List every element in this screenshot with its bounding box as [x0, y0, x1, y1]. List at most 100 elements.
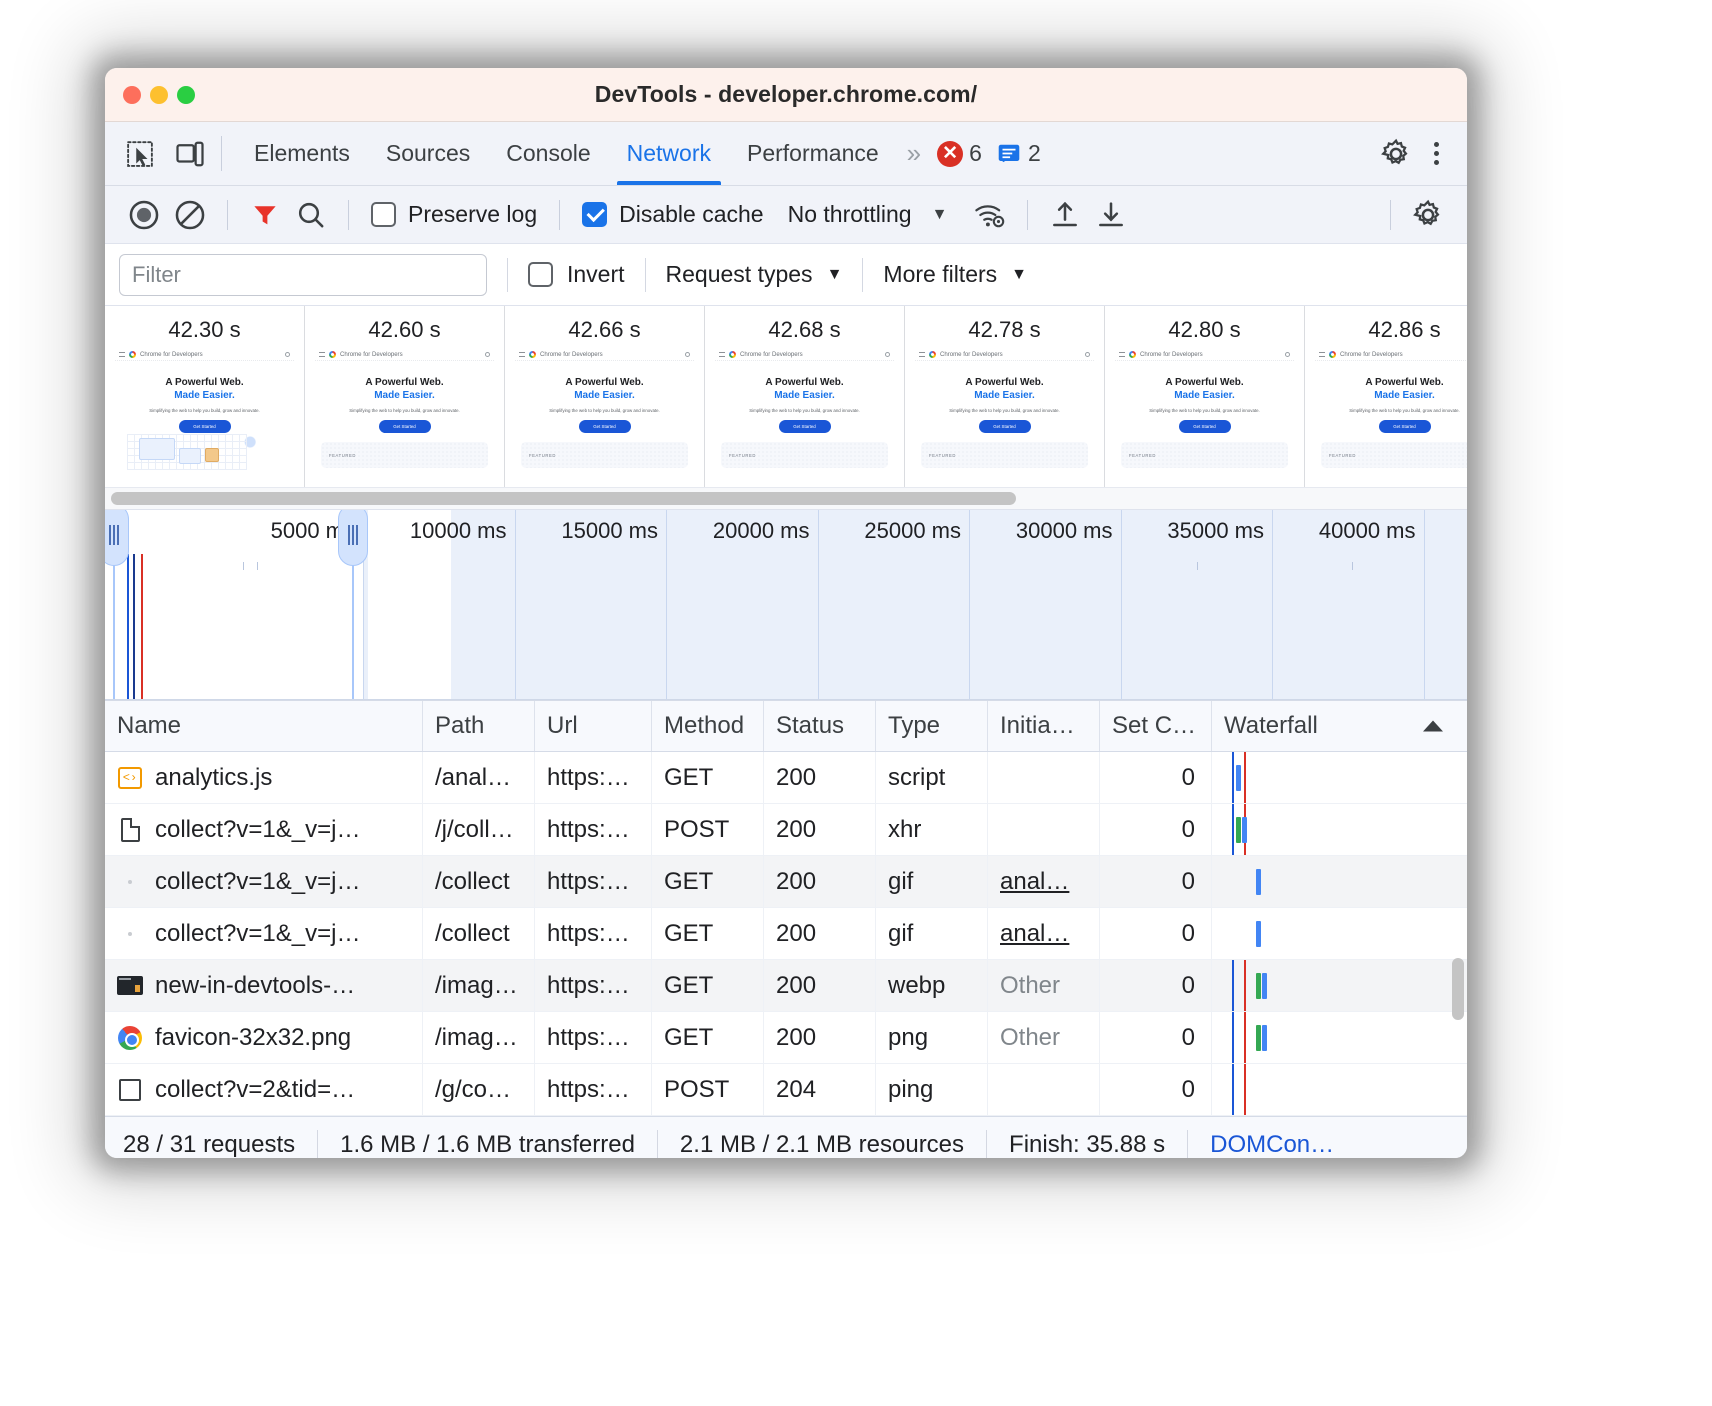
filmstrip-frame[interactable]: 42.60 sChrome for DevelopersA Powerful W…: [305, 306, 505, 487]
table-row[interactable]: collect?v=2&tid=…/g/co…https:…POST204pin…: [105, 1064, 1467, 1116]
filmstrip-frame[interactable]: 42.80 sChrome for DevelopersA Powerful W…: [1105, 306, 1305, 487]
screenshot-navbar: Chrome for Developers: [915, 348, 1094, 361]
filmstrip-frame-time: 42.30 s: [105, 312, 304, 348]
column-header-status[interactable]: Status: [764, 701, 876, 751]
network-request-table: Name Path Url Method StatusTypeInitia…Set C……: [105, 700, 1467, 1116]
import-har-icon[interactable]: [1044, 194, 1086, 236]
column-header-type[interactable]: Type: [876, 701, 988, 751]
overview-selection-handle[interactable]: [338, 510, 368, 566]
tab-console-label: Console: [506, 140, 590, 167]
throttling-select-value[interactable]: No throttling: [788, 201, 912, 228]
record-button[interactable]: [123, 194, 165, 236]
export-har-icon[interactable]: [1090, 194, 1132, 236]
column-header-waterfall[interactable]: Waterfall: [1212, 701, 1467, 751]
chrome-logo-icon: [329, 351, 336, 358]
scrollbar-thumb[interactable]: [111, 492, 1016, 505]
hero-card: [179, 448, 201, 464]
cell-name: <›analytics.js: [105, 752, 423, 803]
chevron-down-icon[interactable]: ▼: [932, 206, 948, 224]
script-file-icon: <›: [118, 767, 142, 789]
table-row[interactable]: collect?v=1&_v=j…/collecthttps:…GET200gi…: [105, 908, 1467, 960]
search-icon[interactable]: [290, 194, 332, 236]
devtools-tabstrip: Elements Sources Console Network Perform…: [105, 122, 1467, 186]
chrome-logo-icon: [129, 351, 136, 358]
featured-label: FEATURED: [729, 453, 756, 458]
more-tabs-chevron-icon[interactable]: »: [897, 122, 927, 185]
table-row[interactable]: collect?v=1&_v=j…/j/coll…https:…POST200x…: [105, 804, 1467, 856]
column-header-initiator[interactable]: Initia…: [988, 701, 1100, 751]
type-value: xhr: [888, 816, 921, 844]
overview-event-marker: [141, 554, 143, 699]
cell-type: gif: [876, 908, 988, 959]
cell-url: https:…: [535, 804, 652, 855]
table-row[interactable]: new-in-devtools-…/imag…https:…GET200webp…: [105, 960, 1467, 1012]
initiator-value[interactable]: anal…: [1000, 920, 1069, 948]
row-type-icon: [117, 1079, 143, 1101]
small-dot-icon: [128, 880, 132, 884]
path-value: /collect: [435, 868, 510, 896]
cell-name: collect?v=1&_v=j…: [105, 908, 423, 959]
invert-box[interactable]: [528, 262, 553, 287]
preserve-log-checkbox[interactable]: Preserve log: [365, 201, 543, 228]
initiator-value[interactable]: anal…: [1000, 868, 1069, 896]
tab-sources[interactable]: Sources: [368, 122, 488, 185]
invert-checkbox[interactable]: Invert: [528, 261, 625, 288]
preserve-log-box[interactable]: [371, 202, 396, 227]
column-header-url[interactable]: Url: [535, 701, 652, 751]
table-row[interactable]: favicon-32x32.png/imag…https:…GET200pngO…: [105, 1012, 1467, 1064]
column-header-name[interactable]: Name: [105, 701, 423, 751]
screenshot-subtitle: Simplifying the web to help you build, g…: [715, 408, 894, 413]
disable-cache-label: Disable cache: [619, 201, 763, 228]
filmstrip-horizontal-scrollbar[interactable]: [105, 488, 1467, 510]
cell-path: /collect: [423, 856, 535, 907]
issue-counters: ✕ 6 2: [927, 122, 1049, 185]
tab-elements[interactable]: Elements: [236, 122, 368, 185]
funnel-icon[interactable]: [244, 194, 286, 236]
inspect-element-icon[interactable]: [123, 137, 157, 171]
invert-label: Invert: [567, 261, 625, 288]
network-overview-timeline[interactable]: 5000 ms10000 ms15000 ms20000 ms25000 ms3…: [105, 510, 1467, 700]
filmstrip-frame[interactable]: 42.66 sChrome for DevelopersA Powerful W…: [505, 306, 705, 487]
message-icon[interactable]: [996, 141, 1022, 167]
filmstrip-frame[interactable]: 42.30 sChrome for DevelopersA Powerful W…: [105, 306, 305, 487]
overview-selection-handle[interactable]: [105, 510, 129, 566]
overview-selection-edge: [352, 560, 354, 699]
tab-console[interactable]: Console: [488, 122, 608, 185]
column-header-setcookies[interactable]: Set C…: [1100, 701, 1212, 751]
tab-network[interactable]: Network: [609, 122, 729, 185]
request-list-scrollbar[interactable]: [1452, 958, 1464, 1020]
disable-cache-box[interactable]: [582, 202, 607, 227]
table-row[interactable]: collect?v=1&_v=j…/collecthttps:…GET200gi…: [105, 856, 1467, 908]
more-filters-dropdown[interactable]: More filters ▼: [883, 261, 1027, 288]
search-icon: [885, 352, 890, 357]
network-settings-gear-icon[interactable]: [1407, 194, 1449, 236]
cell-name: new-in-devtools-…: [105, 960, 423, 1011]
filmstrip-frame[interactable]: 42.78 sChrome for DevelopersA Powerful W…: [905, 306, 1105, 487]
network-conditions-icon[interactable]: [969, 194, 1011, 236]
filmstrip-frame[interactable]: 42.86 sChrome for DevelopersA Powerful W…: [1305, 306, 1467, 487]
error-icon[interactable]: ✕: [937, 141, 963, 167]
column-header-method[interactable]: Method: [652, 701, 764, 751]
disable-cache-checkbox[interactable]: Disable cache: [576, 201, 769, 228]
filter-input[interactable]: [119, 254, 487, 296]
statusbar-divider-1: [317, 1130, 318, 1159]
column-header-path[interactable]: Path: [423, 701, 535, 751]
tab-performance[interactable]: Performance: [729, 122, 897, 185]
column-header-label: Method: [664, 712, 744, 740]
column-header-label: Path: [435, 712, 484, 740]
cell-name: favicon-32x32.png: [105, 1012, 423, 1063]
screenshot-headline-2: Made Easier.: [115, 390, 294, 401]
gear-icon[interactable]: [1379, 137, 1413, 171]
device-toolbar-icon[interactable]: [173, 137, 207, 171]
filmstrip[interactable]: 42.30 sChrome for DevelopersA Powerful W…: [105, 306, 1467, 488]
table-row[interactable]: <›analytics.js/anal…https:…GET200script0: [105, 752, 1467, 804]
kebab-menu-icon[interactable]: [1419, 137, 1453, 171]
waterfall-event-line: [1232, 1064, 1234, 1115]
request-types-dropdown[interactable]: Request types ▼: [666, 261, 843, 288]
clear-button[interactable]: [169, 194, 211, 236]
method-value: GET: [664, 972, 713, 1000]
waterfall-bar: [1236, 765, 1241, 791]
filmstrip-frame[interactable]: 42.68 sChrome for DevelopersA Powerful W…: [705, 306, 905, 487]
row-type-icon: <›: [117, 767, 143, 789]
finish-time: Finish: 35.88 s: [1009, 1131, 1165, 1159]
